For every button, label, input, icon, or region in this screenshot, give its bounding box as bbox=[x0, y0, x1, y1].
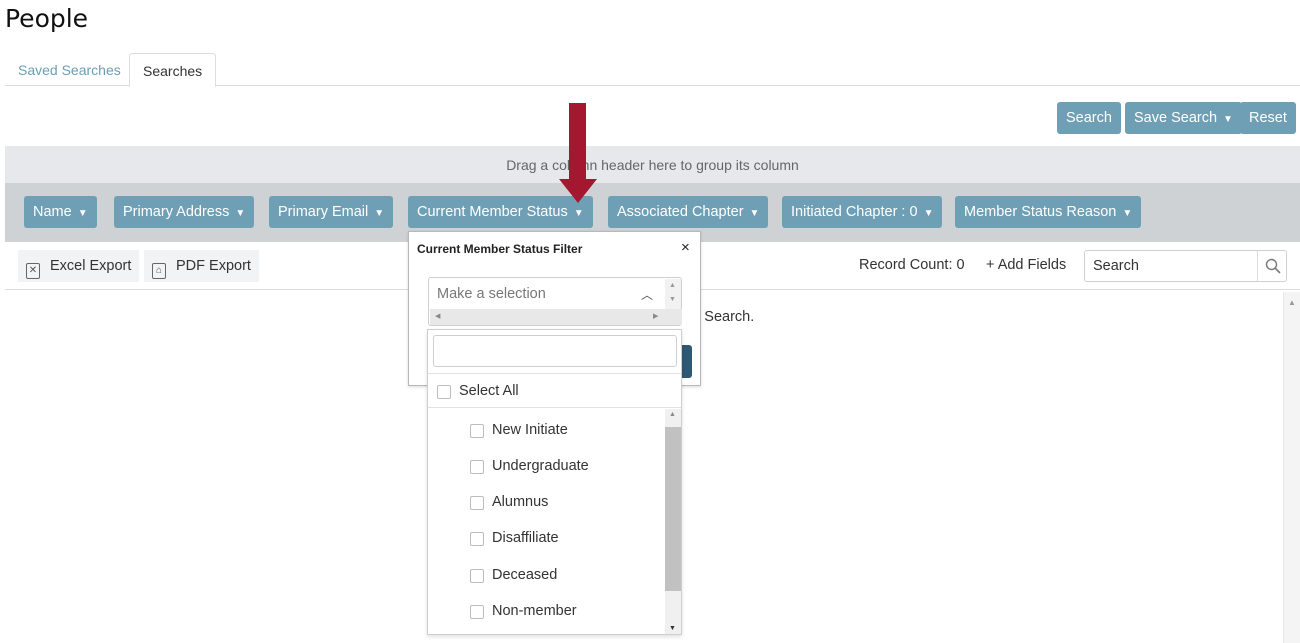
column-primary-address[interactable]: Primary Address ▼ bbox=[114, 196, 255, 228]
column-initiated-chapter-label: Initiated Chapter : 0 bbox=[791, 204, 918, 220]
option-checkbox[interactable] bbox=[470, 460, 484, 474]
caret-down-icon: ▼ bbox=[374, 208, 385, 219]
scroll-left-arrow-icon[interactable]: ◀ bbox=[435, 312, 440, 320]
options-filter-input[interactable] bbox=[434, 336, 676, 366]
excel-export-button[interactable]: ✕ Excel Export bbox=[18, 250, 140, 282]
column-primary-address-label: Primary Address bbox=[123, 204, 230, 220]
option-new-initiate[interactable]: New Initiate bbox=[428, 415, 664, 451]
option-label: Deceased bbox=[492, 567, 558, 583]
scroll-up-arrow-icon[interactable]: ▲ bbox=[669, 411, 676, 418]
option-label: Disaffiliate bbox=[492, 530, 559, 546]
search-button[interactable]: Search bbox=[1057, 102, 1121, 134]
search-button-label: Search bbox=[1066, 110, 1112, 126]
caret-down-icon: ▼ bbox=[923, 208, 934, 219]
column-name-label: Name bbox=[33, 204, 72, 220]
select-all-option[interactable]: Select All bbox=[428, 373, 681, 408]
column-primary-email[interactable]: Primary Email ▼ bbox=[269, 196, 394, 228]
scroll-right-arrow-icon[interactable]: ▶ bbox=[653, 312, 658, 320]
scroll-up-arrow-icon[interactable]: ▲ bbox=[669, 282, 676, 289]
multiselect-placeholder: Make a selection bbox=[437, 286, 546, 302]
column-current-member-status-label: Current Member Status bbox=[417, 204, 568, 220]
search-icon[interactable] bbox=[1265, 258, 1281, 274]
close-icon[interactable]: × bbox=[681, 239, 690, 256]
multiselect-vertical-scrollbar[interactable]: ▲ ▼ bbox=[665, 279, 681, 309]
select-all-checkbox[interactable] bbox=[437, 385, 451, 399]
excel-file-icon: ✕ bbox=[26, 263, 40, 279]
tab-saved-searches[interactable]: Saved Searches bbox=[5, 53, 134, 86]
option-checkbox[interactable] bbox=[470, 569, 484, 583]
scroll-down-arrow-icon[interactable]: ▼ bbox=[669, 296, 676, 303]
column-primary-email-label: Primary Email bbox=[278, 204, 369, 220]
save-search-label: Save Search bbox=[1134, 110, 1218, 126]
options-filter-box bbox=[433, 335, 677, 367]
column-member-status-reason-label: Member Status Reason bbox=[964, 204, 1117, 220]
option-label: Alumnus bbox=[492, 494, 549, 510]
option-checkbox[interactable] bbox=[470, 605, 484, 619]
group-panel[interactable]: Drag a column header here to group its c… bbox=[5, 146, 1300, 183]
caret-down-icon: ▼ bbox=[573, 208, 584, 219]
option-label: New Initiate bbox=[492, 422, 568, 438]
search-divider bbox=[1257, 251, 1258, 281]
grid-search-box bbox=[1084, 250, 1287, 282]
scroll-up-arrow-icon[interactable]: ▲ bbox=[1288, 298, 1296, 307]
option-checkbox[interactable] bbox=[470, 424, 484, 438]
filter-apply-button[interactable] bbox=[681, 345, 692, 378]
filter-popup-title: Current Member Status Filter bbox=[417, 242, 583, 256]
tab-bar: Saved Searches Searches bbox=[5, 53, 1300, 87]
tab-searches[interactable]: Searches bbox=[129, 53, 217, 87]
add-fields-link[interactable]: + Add Fields bbox=[986, 257, 1066, 273]
excel-export-label: Excel Export bbox=[50, 258, 132, 274]
annotation-down-arrow-icon bbox=[559, 103, 597, 203]
caret-down-icon: ▼ bbox=[235, 208, 246, 219]
reset-button[interactable]: Reset bbox=[1240, 102, 1296, 134]
option-alumnus[interactable]: Alumnus bbox=[428, 487, 664, 523]
page-title: People bbox=[5, 4, 89, 33]
chevron-up-icon[interactable]: ︿ bbox=[641, 286, 653, 303]
multiselect-horizontal-scrollbar[interactable]: ◀ ▶ bbox=[430, 309, 682, 325]
caret-down-icon: ▼ bbox=[1122, 208, 1133, 219]
save-search-button[interactable]: Save Search ▼ bbox=[1125, 102, 1242, 134]
record-count: Record Count: 0 bbox=[859, 257, 965, 273]
options-scrollbar[interactable]: ▲ ▼ bbox=[665, 409, 681, 634]
column-initiated-chapter[interactable]: Initiated Chapter : 0 ▼ bbox=[782, 196, 943, 228]
status-multiselect[interactable]: Make a selection ︿ ▲ ▼ ◀ ▶ bbox=[428, 277, 682, 326]
grid-search-input[interactable] bbox=[1085, 251, 1257, 281]
select-all-label: Select All bbox=[459, 383, 519, 399]
pdf-file-icon: ⌂ bbox=[152, 263, 166, 279]
column-name[interactable]: Name ▼ bbox=[24, 196, 97, 228]
option-checkbox[interactable] bbox=[470, 532, 484, 546]
status-options-dropdown: Select All New Initiate Undergraduate Al… bbox=[427, 329, 682, 635]
option-label: Undergraduate bbox=[492, 458, 589, 474]
caret-down-icon: ▼ bbox=[77, 208, 88, 219]
option-non-member[interactable]: Non-member bbox=[428, 596, 664, 632]
pdf-export-button[interactable]: ⌂ PDF Export bbox=[144, 250, 259, 282]
caret-down-icon: ▼ bbox=[1223, 114, 1233, 125]
column-member-status-reason[interactable]: Member Status Reason ▼ bbox=[955, 196, 1142, 228]
caret-down-icon: ▼ bbox=[749, 208, 760, 219]
reset-button-label: Reset bbox=[1249, 110, 1287, 126]
option-disaffiliate[interactable]: Disaffiliate bbox=[428, 523, 664, 559]
option-undergraduate[interactable]: Undergraduate bbox=[428, 451, 664, 487]
option-checkbox[interactable] bbox=[470, 496, 484, 510]
pdf-export-label: PDF Export bbox=[176, 258, 251, 274]
column-associated-chapter[interactable]: Associated Chapter ▼ bbox=[608, 196, 769, 228]
option-deceased[interactable]: Deceased bbox=[428, 560, 664, 596]
scroll-down-arrow-icon[interactable]: ▼ bbox=[669, 625, 676, 632]
option-label: Non-member bbox=[492, 603, 577, 619]
column-associated-chapter-label: Associated Chapter bbox=[617, 204, 744, 220]
scrollbar-thumb[interactable] bbox=[665, 427, 681, 591]
grid-vertical-scrollbar[interactable]: ▲ bbox=[1283, 292, 1300, 643]
